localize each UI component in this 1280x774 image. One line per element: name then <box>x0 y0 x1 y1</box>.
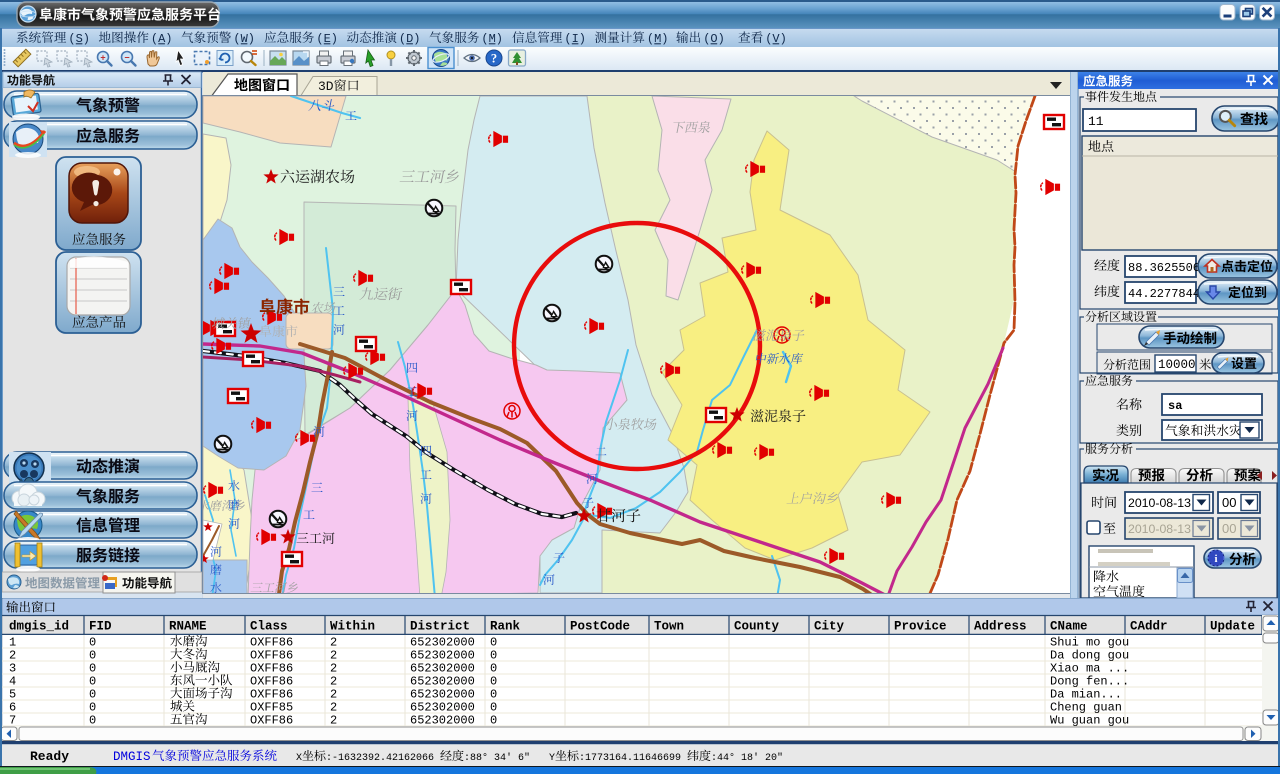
svg-text::88° 34' 6": :88° 34' 6" <box>464 752 530 764</box>
svg-text:+: + <box>100 52 105 62</box>
svg-text:00: 00 <box>1222 495 1236 510</box>
svg-text:Da mian...: Da mian... <box>1050 688 1122 702</box>
svg-text:OXFF86: OXFF86 <box>250 688 293 702</box>
svg-text:2: 2 <box>330 649 337 663</box>
svg-text:652302000: 652302000 <box>410 662 475 676</box>
svg-text:Dong fen...: Dong fen... <box>1050 675 1129 689</box>
svg-text:Class: Class <box>250 620 288 634</box>
svg-text:Y: Y <box>549 753 555 764</box>
svg-text:OXFF86: OXFF86 <box>250 636 293 650</box>
svg-text:RNAME: RNAME <box>169 620 207 634</box>
svg-text:0: 0 <box>490 688 497 702</box>
svg-text:2: 2 <box>330 675 337 689</box>
svg-text:6: 6 <box>9 701 16 715</box>
svg-text:County: County <box>734 620 780 634</box>
svg-text:3D: 3D <box>318 79 334 94</box>
svg-text:0: 0 <box>89 701 96 715</box>
svg-text:11: 11 <box>1088 114 1104 129</box>
svg-text:District: District <box>410 620 470 634</box>
svg-text:4: 4 <box>9 675 16 689</box>
svg-text:2: 2 <box>330 688 337 702</box>
svg-text:Rank: Rank <box>490 620 521 634</box>
svg-text:Da dong gou: Da dong gou <box>1050 649 1129 663</box>
svg-text:652302000: 652302000 <box>410 636 475 650</box>
svg-text:Town: Town <box>654 620 684 634</box>
svg-text:0: 0 <box>490 636 497 650</box>
svg-text:sa: sa <box>1168 399 1182 413</box>
svg-text::1773164.11646699: :1773164.11646699 <box>579 753 687 764</box>
svg-text:Address: Address <box>974 620 1027 634</box>
svg-text:10000: 10000 <box>1158 358 1196 372</box>
svg-text:Ready: Ready <box>30 749 69 764</box>
svg-text:2: 2 <box>9 649 16 663</box>
svg-text:0: 0 <box>490 675 497 689</box>
svg-text:652302000: 652302000 <box>410 675 475 689</box>
svg-text:Cheng guan: Cheng guan <box>1050 701 1122 715</box>
svg-text:7: 7 <box>9 714 16 728</box>
svg-text:Update: Update <box>1210 620 1255 634</box>
svg-text:FID: FID <box>89 620 112 634</box>
svg-text:Wu guan gou: Wu guan gou <box>1050 714 1129 728</box>
svg-text:City: City <box>814 620 845 634</box>
svg-text:0: 0 <box>89 688 96 702</box>
svg-text:0: 0 <box>89 675 96 689</box>
svg-text:00: 00 <box>1222 521 1236 536</box>
svg-text:0: 0 <box>89 714 96 728</box>
svg-text:OXFF86: OXFF86 <box>250 662 293 676</box>
svg-text::-1632392.42162066: :-1632392.42162066 <box>326 753 440 764</box>
svg-text:0: 0 <box>89 662 96 676</box>
svg-text:Xiao ma ...: Xiao ma ... <box>1050 662 1129 676</box>
svg-text:652302000: 652302000 <box>410 688 475 702</box>
svg-text:2: 2 <box>330 701 337 715</box>
svg-text:2010-08-13: 2010-08-13 <box>1128 522 1191 536</box>
svg-text:DMGIS: DMGIS <box>113 750 151 764</box>
svg-text:2: 2 <box>330 714 337 728</box>
svg-text:Within: Within <box>330 620 375 634</box>
svg-text:−: − <box>124 52 129 62</box>
svg-text:PostCode: PostCode <box>570 620 630 634</box>
svg-text:OXFF85: OXFF85 <box>250 701 293 715</box>
svg-text:Provice: Provice <box>894 620 947 634</box>
svg-text:CAddr: CAddr <box>1130 620 1168 634</box>
svg-text:2: 2 <box>330 636 337 650</box>
svg-text:5: 5 <box>9 688 16 702</box>
svg-text:OXFF86: OXFF86 <box>250 649 293 663</box>
svg-text:0: 0 <box>490 714 497 728</box>
svg-text:652302000: 652302000 <box>410 701 475 715</box>
svg-text:Shui mo gou: Shui mo gou <box>1050 636 1129 650</box>
svg-text:652302000: 652302000 <box>410 714 475 728</box>
svg-text:0: 0 <box>490 701 497 715</box>
svg-text:OXFF86: OXFF86 <box>250 675 293 689</box>
svg-text:dmgis_id: dmgis_id <box>9 620 69 634</box>
svg-text:?: ? <box>491 52 497 66</box>
svg-text:0: 0 <box>490 649 497 663</box>
svg-text:3: 3 <box>9 662 16 676</box>
svg-text:2: 2 <box>330 662 337 676</box>
svg-text:0: 0 <box>490 662 497 676</box>
svg-text:CName: CName <box>1050 620 1088 634</box>
svg-text:652302000: 652302000 <box>410 649 475 663</box>
svg-text:0: 0 <box>89 649 96 663</box>
svg-text:2010-08-13: 2010-08-13 <box>1128 496 1191 510</box>
svg-text:1: 1 <box>9 636 16 650</box>
svg-text::44° 18' 20": :44° 18' 20" <box>711 752 783 764</box>
svg-text:i: i <box>1214 553 1217 565</box>
svg-text:0: 0 <box>89 636 96 650</box>
svg-text:OXFF86: OXFF86 <box>250 714 293 728</box>
svg-text:X: X <box>296 753 302 764</box>
svg-text:44.2277844: 44.2277844 <box>1128 287 1200 301</box>
svg-text:88.3625506:: 88.3625506: <box>1128 261 1207 275</box>
